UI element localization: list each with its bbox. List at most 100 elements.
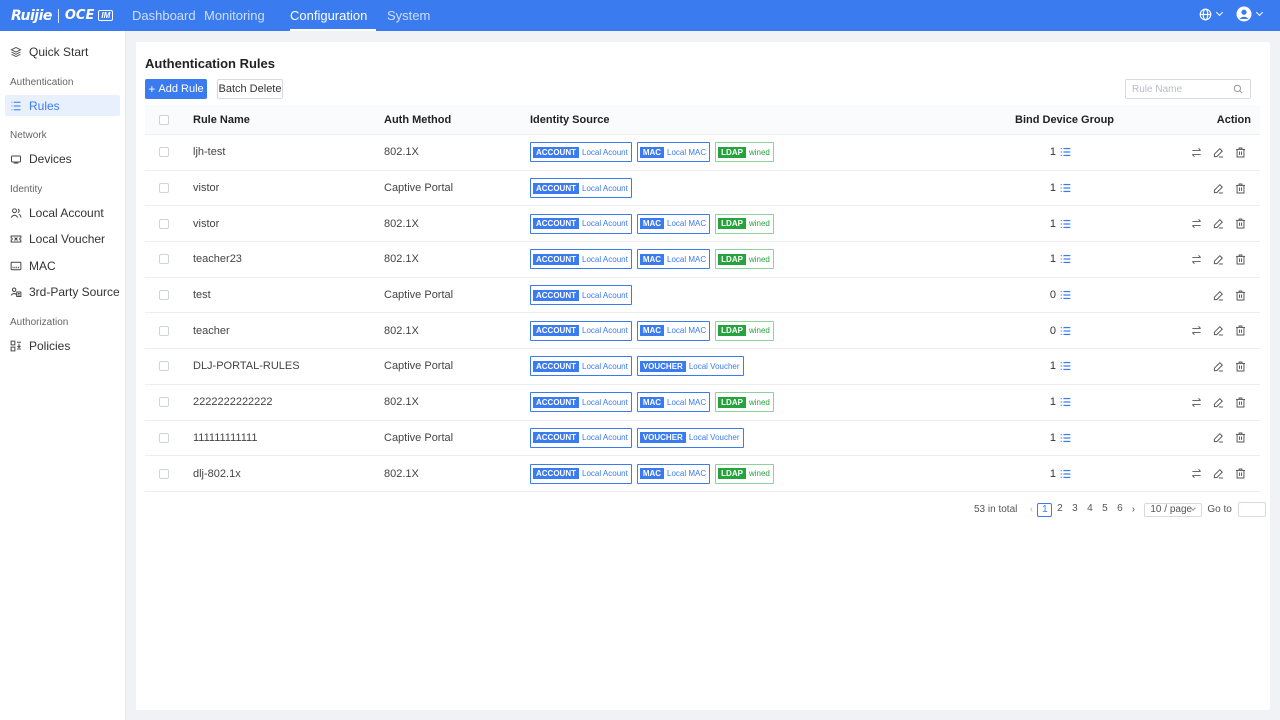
bind-count: 1: [1049, 253, 1056, 266]
page-2[interactable]: 2: [1052, 503, 1067, 517]
row-checkbox[interactable]: [159, 432, 169, 443]
row-checkbox[interactable]: [159, 147, 169, 158]
device-group-list-icon[interactable]: [1060, 361, 1071, 371]
sidebar-item-local-account[interactable]: Local Account: [5, 202, 120, 223]
source-name: Local MAC: [667, 397, 707, 407]
identity-source-tag: ACCOUNT Local Acount: [530, 392, 632, 413]
delete-icon[interactable]: [1235, 218, 1246, 229]
row-checkbox[interactable]: [159, 325, 169, 336]
page-size-select[interactable]: 10 / page: [1144, 502, 1203, 517]
edit-icon[interactable]: [1213, 254, 1224, 265]
device-group-list-icon[interactable]: [1060, 469, 1071, 479]
page-6[interactable]: 6: [1112, 503, 1127, 517]
delete-icon[interactable]: [1235, 183, 1246, 194]
sidebar-item-policies[interactable]: Policies: [5, 335, 120, 356]
sidebar-item-mac[interactable]: MAC: [5, 255, 120, 276]
page-5[interactable]: 5: [1097, 503, 1112, 517]
delete-icon[interactable]: [1235, 361, 1246, 372]
row-checkbox[interactable]: [159, 218, 169, 229]
row-checkbox[interactable]: [159, 397, 169, 408]
nav-monitoring[interactable]: Monitoring: [204, 0, 290, 31]
source-name: Local MAC: [667, 147, 707, 157]
delete-icon[interactable]: [1235, 397, 1246, 408]
row-checkbox[interactable]: [159, 468, 169, 479]
batch-delete-button[interactable]: Batch Delete: [217, 79, 283, 99]
page-3[interactable]: 3: [1067, 503, 1082, 517]
identity-source-tag: MAC Local MAC: [636, 213, 711, 234]
next-page-icon[interactable]: ›: [1127, 504, 1139, 515]
delete-icon[interactable]: [1235, 432, 1246, 443]
edit-icon[interactable]: [1213, 147, 1224, 158]
delete-icon[interactable]: [1235, 147, 1246, 158]
edit-icon[interactable]: [1213, 361, 1224, 372]
edit-icon[interactable]: [1213, 432, 1224, 443]
language-selector[interactable]: [1199, 8, 1224, 21]
sidebar-item-rules[interactable]: Rules: [5, 95, 120, 116]
bind-count: 0: [1049, 289, 1056, 302]
device-group-list-icon[interactable]: [1060, 183, 1071, 193]
row-checkbox[interactable]: [159, 290, 169, 301]
transfer-icon[interactable]: [1191, 397, 1202, 408]
layers-icon: [10, 46, 22, 57]
identity-source: ACCOUNT Local Acount MAC Local MAC LDAP wined: [530, 135, 774, 170]
delete-icon[interactable]: [1235, 325, 1246, 336]
logo-divider: [57, 8, 59, 23]
transfer-icon[interactable]: [1191, 147, 1202, 158]
row-actions: [1191, 135, 1246, 170]
row-checkbox-cell: [159, 135, 169, 170]
source-type: MAC: [639, 253, 665, 265]
edit-icon[interactable]: [1213, 397, 1224, 408]
device-group-list-icon[interactable]: [1060, 219, 1071, 229]
prev-page-icon[interactable]: ‹: [1025, 504, 1037, 515]
sidebar-item-3rd-party-source[interactable]: 3rd-Party Source: [5, 281, 120, 302]
page-4[interactable]: 4: [1082, 503, 1097, 517]
row-checkbox[interactable]: [159, 254, 169, 265]
delete-icon[interactable]: [1235, 468, 1246, 479]
row-checkbox[interactable]: [159, 361, 169, 372]
app-logo[interactable]: Ruijie OCE IM: [11, 7, 114, 24]
transfer-icon[interactable]: [1191, 468, 1202, 479]
delete-icon[interactable]: [1235, 254, 1246, 265]
select-all-checkbox[interactable]: [159, 114, 169, 125]
table-row: teacher 802.1X ACCOUNT Local Acount MAC Local…: [145, 313, 1260, 350]
device-group-list-icon[interactable]: [1060, 290, 1071, 300]
transfer-icon[interactable]: [1191, 218, 1202, 229]
search-icon[interactable]: [1233, 84, 1243, 94]
edit-icon[interactable]: [1213, 218, 1224, 229]
edit-icon[interactable]: [1213, 468, 1224, 479]
transfer-icon[interactable]: [1191, 254, 1202, 265]
transfer-icon[interactable]: [1191, 325, 1202, 336]
source-name: Local Acount: [582, 219, 628, 229]
device-group-list-icon[interactable]: [1060, 326, 1071, 336]
edit-icon[interactable]: [1213, 325, 1224, 336]
user-menu[interactable]: [1236, 6, 1264, 22]
source-name: Local Acount: [582, 290, 628, 300]
page-1[interactable]: 1: [1037, 502, 1053, 517]
source-name: wined: [748, 469, 770, 479]
source-name: Local Acount: [582, 147, 628, 157]
nav-system[interactable]: System: [387, 0, 430, 31]
users-icon: [10, 207, 22, 218]
nav-dashboard[interactable]: Dashboard: [132, 0, 204, 31]
rule-name: DLJ-PORTAL-RULES: [193, 360, 300, 373]
row-actions: [1191, 456, 1246, 491]
delete-icon[interactable]: [1235, 290, 1246, 301]
nav-configuration[interactable]: Configuration: [290, 0, 376, 31]
device-group-list-icon[interactable]: [1060, 254, 1071, 264]
sidebar-item-label: Devices: [29, 151, 72, 166]
device-group-list-icon[interactable]: [1060, 147, 1071, 157]
auth-method: 802.1X: [384, 217, 419, 230]
edit-icon[interactable]: [1213, 183, 1224, 194]
sidebar-item-local-voucher[interactable]: Local Voucher: [5, 228, 120, 249]
row-checkbox[interactable]: [159, 183, 169, 194]
add-rule-button[interactable]: + Add Rule: [145, 79, 207, 99]
device-group-list-icon[interactable]: [1060, 397, 1071, 407]
chevron-down-icon: [1190, 504, 1197, 511]
device-group-list-icon[interactable]: [1060, 433, 1071, 443]
goto-page-input[interactable]: [1237, 502, 1266, 517]
edit-icon[interactable]: [1213, 290, 1224, 301]
search-input[interactable]: [1126, 80, 1226, 98]
sidebar-item-devices[interactable]: Devices: [5, 148, 120, 169]
row-actions: [1213, 349, 1246, 384]
sidebar-item-quick-start[interactable]: Quick Start: [5, 41, 120, 62]
